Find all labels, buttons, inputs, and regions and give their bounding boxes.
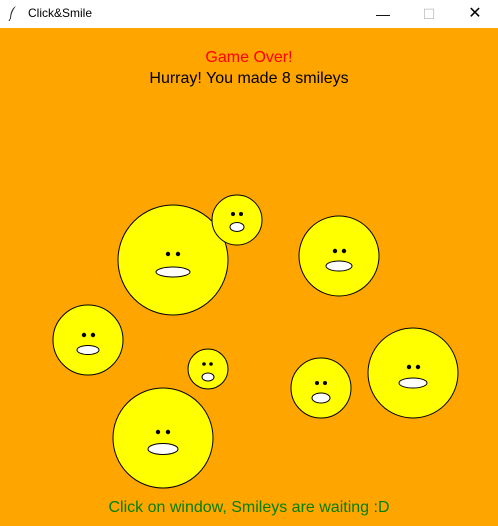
game-canvas[interactable]: Game Over! Hurray! You made 8 smileys Cl… <box>0 28 498 526</box>
minimize-button[interactable]: — <box>360 0 406 28</box>
smiley <box>117 204 229 316</box>
title-bar[interactable]: Click&Smile — ☐ ✕ <box>0 0 498 29</box>
smiley <box>290 357 352 419</box>
feather-icon <box>8 5 18 24</box>
window-title: Click&Smile <box>28 6 93 20</box>
footer-instruction: Click on window, Smileys are waiting :D <box>108 499 390 516</box>
smiley <box>298 215 380 297</box>
smiley <box>367 327 459 419</box>
smileys-layer <box>52 194 459 489</box>
app-window: Click&Smile — ☐ ✕ Game Over! Hurray! You… <box>0 0 498 526</box>
smiley <box>211 194 263 246</box>
close-button[interactable]: ✕ <box>452 0 498 28</box>
maximize-button[interactable]: ☐ <box>406 0 452 28</box>
smiley <box>112 387 214 489</box>
smiley <box>187 348 229 390</box>
smiley <box>52 304 124 376</box>
